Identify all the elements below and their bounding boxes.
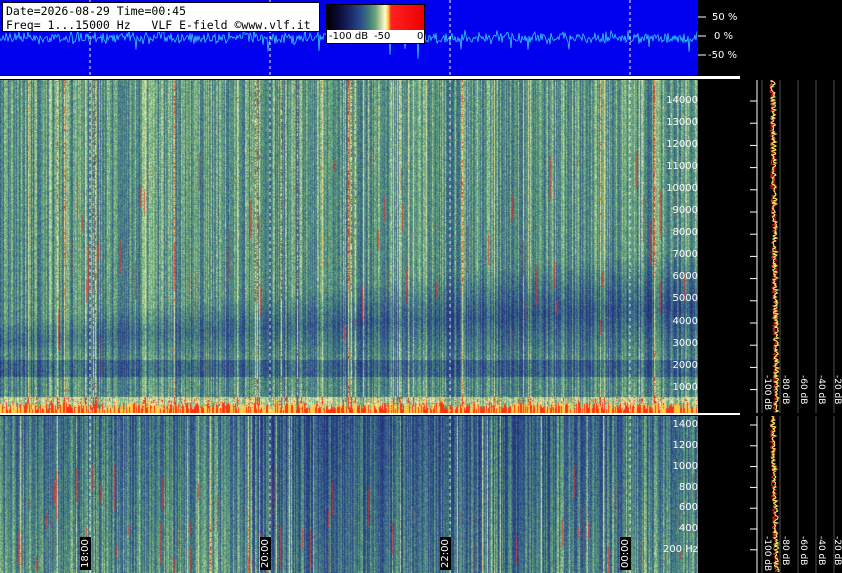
db-label: -60 dB bbox=[798, 375, 808, 405]
freq-tick: 1200 bbox=[672, 440, 698, 451]
db-label: -80 dB bbox=[780, 536, 790, 566]
wave-scale-pos: 50 % bbox=[712, 12, 738, 23]
freq-tick: 12000 bbox=[666, 139, 698, 150]
freq-tick: 2000 bbox=[672, 360, 698, 371]
db-label: -20 dB bbox=[832, 375, 842, 405]
db-label: -40 dB bbox=[816, 375, 826, 405]
db-label: -40 dB bbox=[816, 536, 826, 566]
freq-tick: 3000 bbox=[672, 338, 698, 349]
wave-scale-neg: -50 % bbox=[708, 50, 738, 61]
freq-tick: 6000 bbox=[672, 271, 698, 282]
db-label: -100 dB bbox=[762, 375, 772, 411]
time-label: 22:00 bbox=[440, 537, 451, 570]
freq-tick: 800 bbox=[678, 482, 698, 493]
freq-tick: 1000 bbox=[672, 382, 698, 393]
time-label: 00:00 bbox=[620, 537, 631, 570]
freq-tick: 9000 bbox=[672, 205, 698, 216]
time-gridlines bbox=[89, 80, 631, 573]
freq-tick: 10000 bbox=[666, 183, 698, 194]
freq-tick: 1400 bbox=[672, 419, 698, 430]
freq-tick: 7000 bbox=[672, 249, 698, 260]
freq-tick: 13000 bbox=[666, 117, 698, 128]
spectrum-profile-top bbox=[750, 80, 835, 413]
freq-tick: 4000 bbox=[672, 316, 698, 327]
freq-tick: 5000 bbox=[672, 293, 698, 304]
db-label: -60 dB bbox=[798, 536, 808, 566]
freq-tick: 14000 bbox=[666, 95, 698, 106]
freq-tick: 8000 bbox=[672, 227, 698, 238]
db-label: -100 dB bbox=[762, 536, 772, 572]
freq-tick: 400 bbox=[678, 523, 698, 534]
freq-tick: 1000 bbox=[672, 461, 698, 472]
db-label: -20 dB bbox=[832, 536, 842, 566]
freq-tick: 11000 bbox=[666, 161, 698, 172]
freq-tick: 600 bbox=[678, 502, 698, 513]
wave-scale-zero: 0 % bbox=[714, 31, 734, 42]
time-label: 20:00 bbox=[260, 537, 271, 570]
freq-tick: 200 Hz bbox=[662, 544, 698, 555]
db-label: -80 dB bbox=[780, 375, 790, 405]
wave-scale-ticks bbox=[698, 16, 706, 56]
time-label: 18:00 bbox=[80, 537, 91, 570]
